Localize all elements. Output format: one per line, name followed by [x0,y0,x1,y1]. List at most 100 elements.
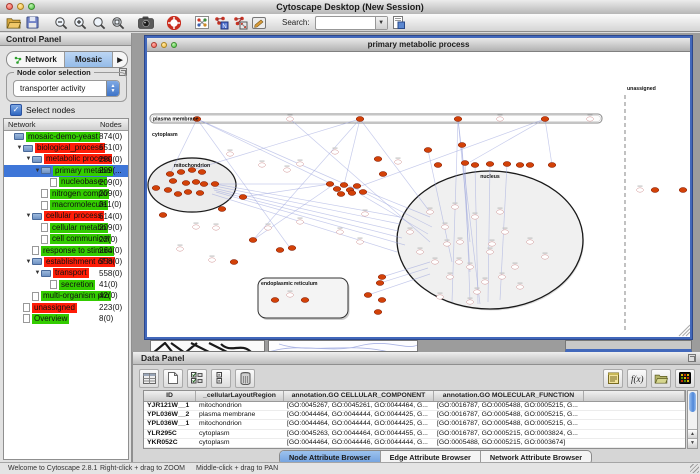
network-node-unselected[interactable] [447,275,454,279]
tree-item-overview[interactable]: Overview8(0) [4,313,128,324]
network-node-selected[interactable] [337,192,345,197]
network-view-nested-icon[interactable]: N [212,15,229,30]
network-node-unselected[interactable] [417,250,424,254]
network-node-selected[interactable] [353,184,361,189]
zoom-in-icon[interactable] [71,15,88,30]
table-cell[interactable]: [GO:0045267, GO:0045261, GO:0044464, G..… [284,402,434,410]
window-resize-grip[interactable] [690,464,699,473]
table-cell[interactable]: [GO:0044464, GO:0044444, GO:0044425, G..… [284,420,434,428]
table-cell[interactable]: YLR295C [144,430,196,438]
table-cell[interactable]: mitochondrion [196,420,284,428]
table-vertical-scrollbar[interactable]: ▲ ▼ [687,390,698,449]
table-cell[interactable]: mitochondrion [196,448,284,449]
network-node-selected[interactable] [548,163,556,168]
network-node-selected[interactable] [379,172,387,177]
table-cell[interactable]: [GO:0016787, GO:0005215, GO:0003824, G..… [434,430,584,438]
table-cell[interactable]: cytoplasm [196,430,284,438]
tree-item-establishment-of-lo[interactable]: ▼establishment of lo558(0) [4,256,128,267]
select-attributes-icon[interactable] [187,369,207,388]
network-node-selected[interactable] [271,298,279,303]
network-node-unselected[interactable] [499,275,506,279]
network-node-unselected[interactable] [259,163,266,167]
network-node-selected[interactable] [356,117,364,122]
network-node-unselected[interactable] [457,240,464,244]
network-node-selected[interactable] [200,182,208,187]
network-node-selected[interactable] [169,179,177,184]
network-node-unselected[interactable] [407,230,414,234]
import-attributes-icon[interactable] [651,369,671,388]
network-node-unselected[interactable] [193,225,200,229]
table-row[interactable]: YLR295Ccytoplasm[GO:0045263, GO:0044464,… [144,430,685,439]
network-node-selected[interactable] [239,195,247,200]
network-node-selected[interactable] [486,162,494,167]
column-header-molecular-function[interactable]: annotation.GO MOLECULAR_FUNCTION [434,391,584,401]
table-row[interactable]: YKR052Ccytoplasm[GO:0044464, GO:0044446,… [144,439,685,448]
network-node-selected[interactable] [218,207,226,212]
network-node-selected[interactable] [348,191,356,196]
network-node-unselected[interactable] [502,230,509,234]
network-edge[interactable] [545,119,552,165]
network-node-unselected[interactable] [444,242,451,246]
tree-item-nitrogen-compo[interactable]: nitrogen compo209(0) [4,188,128,199]
network-node-unselected[interactable] [284,168,291,172]
network-node-selected[interactable] [152,186,160,191]
network-node-selected[interactable] [364,293,372,298]
tab-mosaic[interactable]: Mosaic [65,52,113,67]
network-node-selected[interactable] [378,275,386,280]
table-cell[interactable]: [GO:0044464, GO:0044446, GO:0044444, G..… [284,439,434,447]
tree-item-unassigned[interactable]: unassigned223(0) [4,302,128,313]
network-node-unselected[interactable] [297,220,304,224]
network-node-unselected[interactable] [442,225,449,229]
network-node-selected[interactable] [458,143,466,148]
network-node-unselected[interactable] [474,290,481,294]
network-node-unselected[interactable] [427,210,434,214]
network-node-unselected[interactable] [357,240,364,244]
network-node-unselected[interactable] [287,293,294,297]
tree-expand-icon[interactable]: ▼ [25,259,32,265]
network-node-unselected[interactable] [456,260,463,264]
network-node-selected[interactable] [374,157,382,162]
formula-builder-icon[interactable]: f(x) [627,369,647,388]
network-node-unselected[interactable] [177,247,184,251]
network-node-selected[interactable] [192,180,200,185]
network-node-unselected[interactable] [482,280,489,284]
network-edge[interactable] [213,188,398,231]
heatmap-icon[interactable] [675,369,695,388]
annotation-icon[interactable] [250,15,267,30]
network-node-unselected[interactable] [332,150,339,154]
tree-item-macromolecule[interactable]: macromolecule311(0) [4,199,128,210]
close-view-button[interactable] [151,42,157,48]
table-cell[interactable]: YKR052C [144,439,196,447]
network-edge[interactable] [290,119,430,242]
zoom-fit-icon[interactable] [109,15,126,30]
table-cell[interactable]: YDR039C__1 [144,448,196,449]
network-node-selected[interactable] [378,298,386,303]
table-cell[interactable]: [GO:0016787, GO:0005488, GO:0005215, G..… [434,420,584,428]
network-edge[interactable] [470,119,545,162]
tree-expand-icon[interactable]: ▼ [16,145,23,151]
minimize-view-button[interactable] [161,42,167,48]
select-nodes-checkbox[interactable]: ✓ [10,104,22,116]
tree-item-transport[interactable]: ▼transport558(0) [4,268,128,279]
network-node-selected[interactable] [198,170,206,175]
table-cell[interactable]: [GO:0045263, GO:0044464, GO:0044455, G..… [284,430,434,438]
data-panel-float-icon[interactable] [688,354,696,362]
network-node-selected[interactable] [374,310,382,315]
network-node-selected[interactable] [177,170,185,175]
tree-item-biological-process[interactable]: ▼biological_process651(0) [4,142,128,153]
table-cell[interactable]: cytoplasm [196,439,284,447]
network-node-selected[interactable] [184,190,192,195]
network-node-selected[interactable] [359,190,367,195]
network-node-selected[interactable] [526,163,534,168]
network-overview-icon[interactable] [193,15,210,30]
network-edge[interactable] [344,119,360,185]
network-node-unselected[interactable] [637,188,644,192]
save-icon[interactable] [24,15,41,30]
show-table-icon[interactable] [139,369,159,388]
network-view-title-bar[interactable]: primary metabolic process [147,38,690,52]
tree-item-cell-communicat[interactable]: cell communicat22(0) [4,234,128,245]
network-edge[interactable] [360,119,430,212]
network-node-selected[interactable] [301,298,309,303]
network-node-selected[interactable] [376,281,384,286]
tabs-overflow-arrow-icon[interactable]: ▶ [113,52,127,67]
